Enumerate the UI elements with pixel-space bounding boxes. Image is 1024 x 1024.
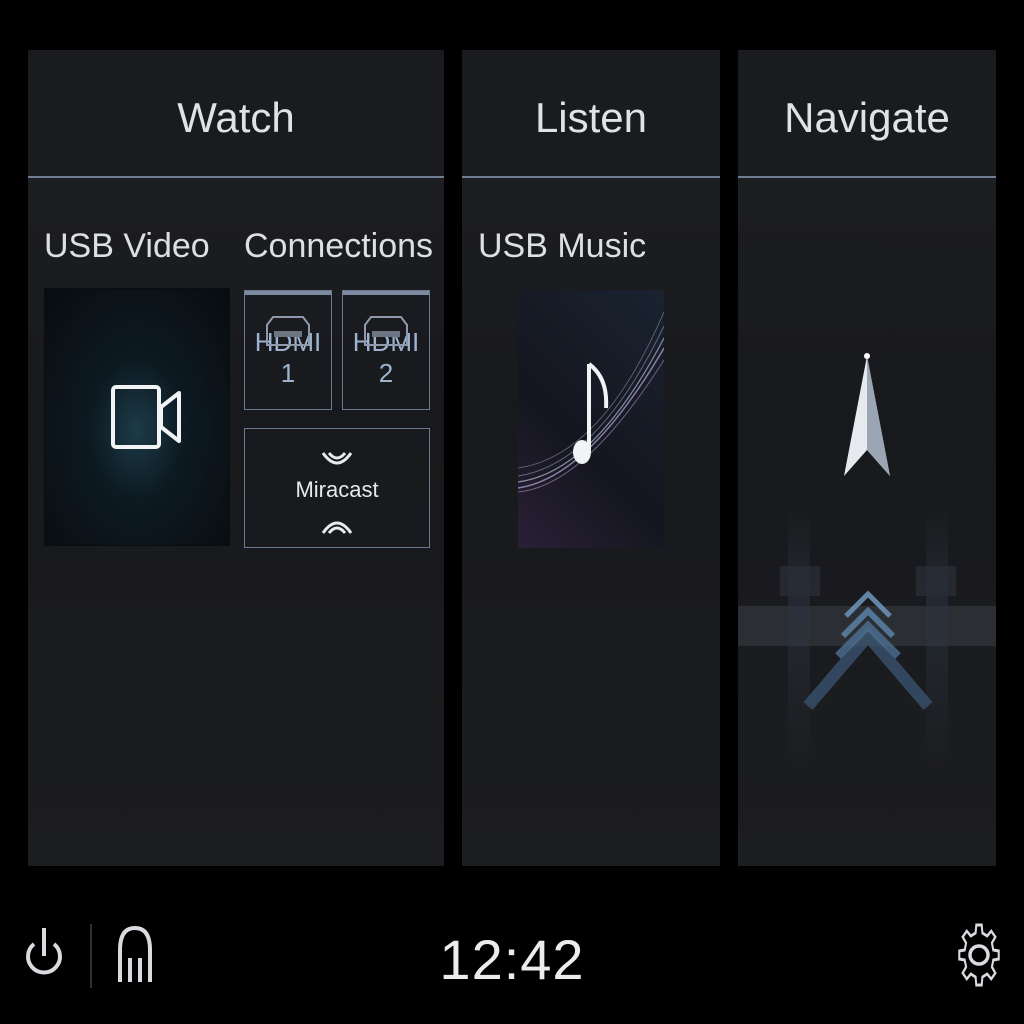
usb-icon[interactable] [112, 922, 158, 986]
watch-panel: USB Video Miracast HDMI 1 HDMI 2 Connect… [28, 50, 444, 866]
usb-video-tile[interactable] [44, 288, 230, 546]
clock: 12:42 [439, 928, 585, 991]
watch-footer-label: Watch [177, 94, 295, 141]
hdmi-2-tile[interactable]: HDMI 2 [342, 290, 430, 410]
usb-music-label: USB Music [478, 227, 647, 265]
navigation-arrow-icon [842, 352, 892, 480]
wireless-icon [319, 515, 355, 537]
hdmi-port-icon [363, 315, 409, 347]
video-camera-icon [111, 385, 183, 449]
navigate-panel: Navigate [738, 50, 996, 866]
listen-footer-label: Listen [534, 94, 648, 141]
miracast-label: Miracast [295, 477, 379, 502]
listen-panel: USB Music Listen [462, 50, 720, 866]
usb-video-label: USB Video [44, 227, 210, 265]
navigate-footer-label: Navigate [784, 94, 950, 141]
connections-label: Connections [244, 227, 434, 265]
hdmi-port-icon [265, 315, 311, 347]
usb-music-tile[interactable] [518, 290, 664, 548]
hdmi-1-underline [245, 291, 331, 295]
wireless-icon [319, 449, 355, 471]
hdmi-2-underline [343, 291, 429, 295]
top-bar: 12:42 [0, 884, 1024, 1024]
hdmi-1-tile[interactable]: HDMI 1 [244, 290, 332, 410]
miracast-tile[interactable]: Miracast [244, 428, 430, 548]
music-note-icon [568, 358, 612, 468]
power-icon[interactable] [22, 922, 66, 988]
settings-icon[interactable] [958, 922, 1000, 988]
divider [90, 924, 92, 988]
home-screen: 12:42 USB Video Miracast HDMI 1 HDMI 2 C… [0, 0, 1024, 1024]
navigation-background-art [738, 506, 996, 766]
